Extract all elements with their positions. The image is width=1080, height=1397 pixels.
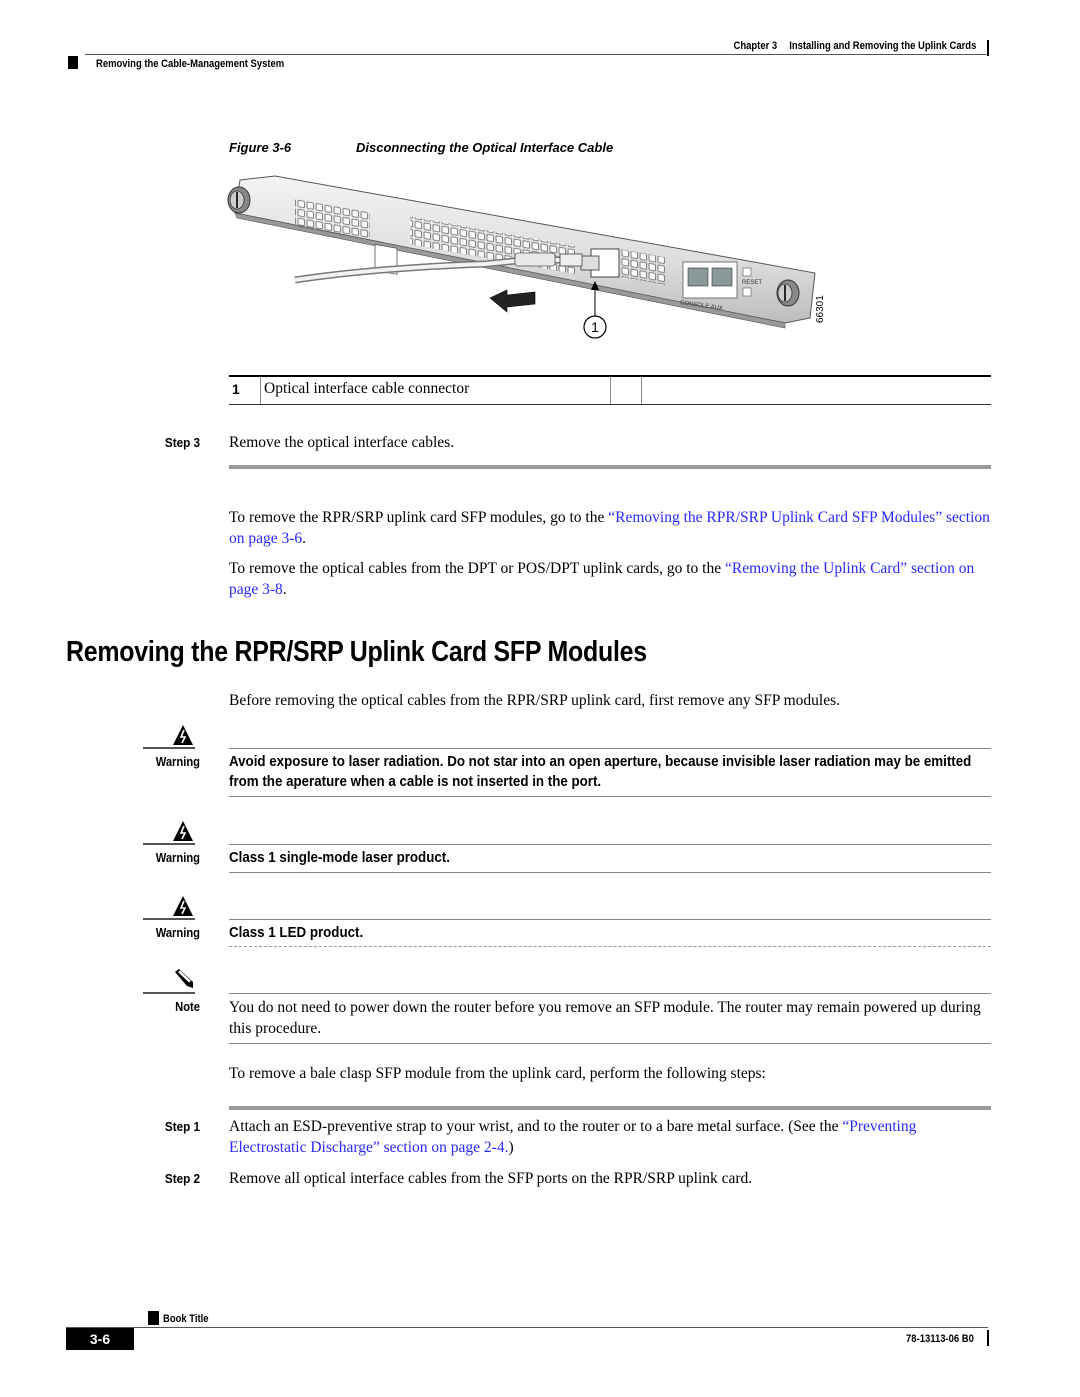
captive-screw-left <box>227 186 251 214</box>
icon-rule <box>143 843 195 845</box>
warning-top-rule <box>229 844 991 845</box>
warning-bottom-rule <box>229 796 991 797</box>
document-number: 78-13113-06 B0 <box>906 1333 974 1345</box>
page-number: 3-6 <box>66 1328 134 1350</box>
legend-text: Optical interface cable connector <box>264 380 470 397</box>
header-rule <box>85 54 988 55</box>
art-id: 66301 <box>815 295 826 323</box>
table-bottom-rule <box>229 404 991 405</box>
procedure-top-rule <box>229 1106 991 1110</box>
book-title: Book Title <box>163 1313 209 1325</box>
paragraph-text: To remove the RPR/SRP uplink card SFP mo… <box>229 509 609 526</box>
captive-screw-right <box>776 279 800 307</box>
warning-bottom-rule <box>229 872 991 873</box>
paragraph-text: To remove the optical cables from the DP… <box>229 560 725 577</box>
svg-text:1: 1 <box>591 319 599 335</box>
note-text: You do not need to power down the router… <box>229 999 981 1037</box>
paragraph-text: . <box>302 530 307 547</box>
warning-bottom-rule <box>229 946 991 947</box>
warning-icon <box>173 821 193 841</box>
icon-rule <box>143 918 195 920</box>
cross-reference-paragraph: To remove the RPR/SRP uplink card SFP mo… <box>229 507 994 549</box>
step-text: ) <box>508 1139 514 1156</box>
step-2-text: Remove all optical interface cables from… <box>229 1170 753 1187</box>
chapter-title: Installing and Removing the Uplink Cards <box>788 40 976 52</box>
table-divider <box>641 377 642 404</box>
warning-text: Class 1 single-mode laser product. <box>229 850 450 866</box>
warning-top-rule <box>229 748 991 749</box>
procedure-intro: To remove a bale clasp SFP module from t… <box>229 1065 766 1082</box>
reset-label: RESET <box>742 280 762 286</box>
step-text: Attach an ESD-preventive strap to your w… <box>229 1118 843 1135</box>
warning-label: Warning <box>155 754 200 769</box>
header-marker <box>68 56 78 69</box>
icon-rule <box>143 747 195 749</box>
warning-label: Warning <box>155 850 200 865</box>
warning-label: Warning <box>155 925 200 940</box>
figure-title: Disconnecting the Optical Interface Cabl… <box>356 140 614 155</box>
step-3-label: Step 3 <box>164 435 200 450</box>
footer-rule <box>66 1327 988 1328</box>
warning-icon <box>173 896 193 916</box>
table-divider <box>610 377 611 404</box>
uplink-card-illustration: CONSOLE AUX RESET 1 66301 <box>227 175 826 339</box>
intro-paragraph: Before removing the optical cables from … <box>229 692 841 709</box>
step-1-label: Step 1 <box>164 1119 200 1134</box>
warning-text: Class 1 LED product. <box>229 925 364 941</box>
step-1-text: Attach an ESD-preventive strap to your w… <box>229 1116 994 1158</box>
paragraph-text: . <box>282 581 287 598</box>
step-3-text: Remove the optical interface cables. <box>229 434 455 451</box>
figure-label: Figure 3-6 <box>229 140 292 155</box>
section-heading: Removing the RPR/SRP Uplink Card SFP Mod… <box>66 636 647 668</box>
legend-number: 1 <box>232 381 240 397</box>
warning-icon <box>173 725 193 745</box>
running-header-chapter: Chapter 3 Installing and Removing the Upl… <box>733 40 976 52</box>
note-pencil-icon <box>175 969 193 988</box>
warning-top-rule <box>229 919 991 920</box>
footer-marker <box>148 1311 159 1325</box>
chapter-number: Chapter 3 <box>733 40 777 52</box>
table-divider <box>260 377 261 404</box>
note-top-rule <box>229 993 991 994</box>
warning-text: Avoid exposure to laser radiation. Do no… <box>229 754 972 790</box>
step-end-rule <box>229 465 991 469</box>
direction-arrow-icon <box>489 289 536 313</box>
cross-reference-paragraph: To remove the optical cables from the DP… <box>229 558 994 600</box>
icon-rule <box>143 992 195 994</box>
note-label: Note <box>175 999 200 1014</box>
note-bottom-rule <box>229 1043 991 1044</box>
step-2-label: Step 2 <box>164 1171 200 1186</box>
running-header-section: Removing the Cable-Management System <box>96 58 285 70</box>
footer-bar <box>987 1330 989 1346</box>
